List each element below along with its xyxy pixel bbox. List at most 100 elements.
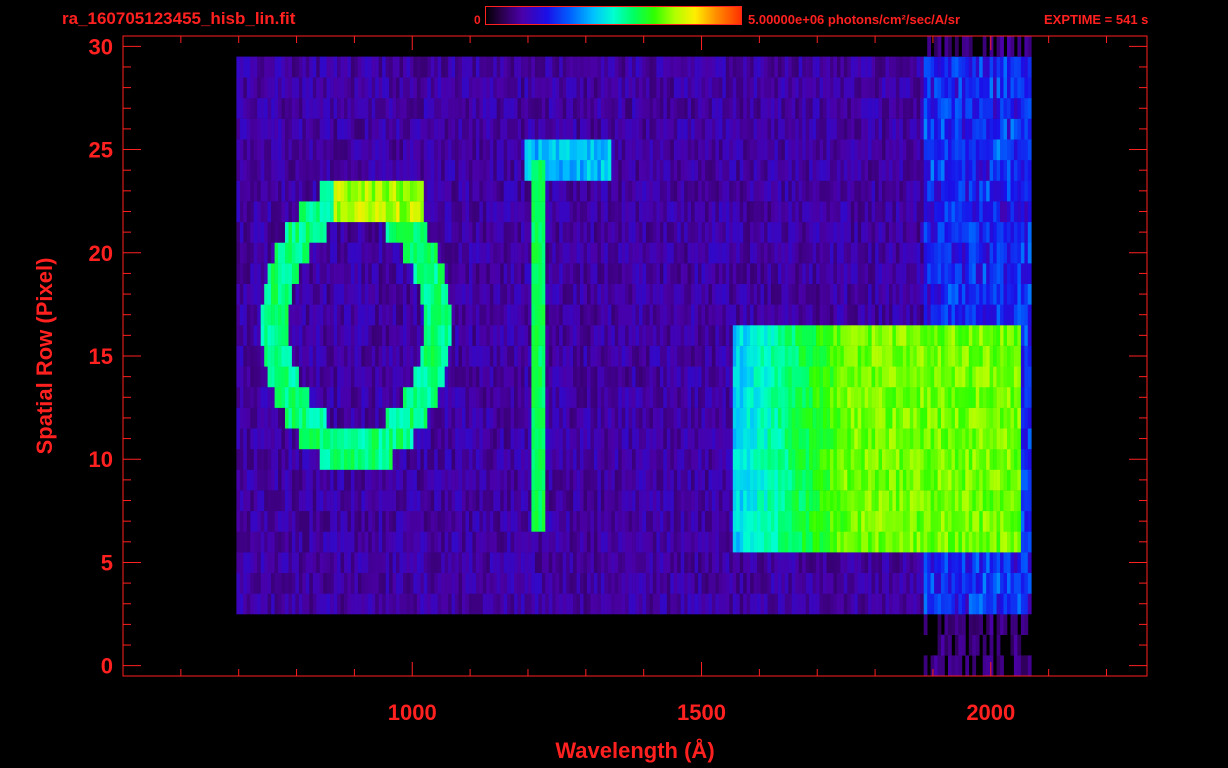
heatmap-cell [989, 366, 994, 388]
heatmap-cell [743, 366, 747, 388]
heatmap-cell [882, 180, 886, 202]
heatmap-cell [864, 345, 869, 367]
heatmap-cell [493, 242, 498, 264]
heatmap-cell [600, 428, 605, 450]
heatmap-cell [604, 428, 609, 450]
heatmap-cell [392, 552, 397, 573]
heatmap-cell [583, 552, 588, 573]
heatmap-cell [948, 283, 952, 305]
heatmap-cell [767, 448, 772, 470]
heatmap-cell [784, 572, 789, 594]
heatmap-cell [892, 387, 897, 408]
heatmap-cell [843, 469, 848, 491]
heatmap-cell [920, 263, 924, 284]
heatmap-cell [364, 325, 369, 346]
heatmap-cell [611, 159, 616, 181]
heatmap-cell [982, 345, 987, 367]
heatmap-cell [965, 531, 970, 553]
heatmap-cell [354, 159, 359, 181]
heatmap-cell [333, 531, 338, 553]
heatmap-cell [854, 283, 859, 305]
heatmap-cell [927, 469, 931, 491]
heatmap-cell [937, 469, 942, 491]
heatmap-cell [861, 263, 865, 284]
heatmap-cell [427, 221, 432, 243]
heatmap-cell [590, 490, 595, 512]
heatmap-cell [642, 283, 647, 305]
heatmap-cell [451, 366, 456, 388]
heatmap-cell [489, 201, 494, 223]
heatmap-cell [642, 387, 647, 408]
heatmap-cell [1017, 634, 1022, 656]
heatmap-cell [486, 572, 491, 594]
heatmap-cell [264, 345, 268, 367]
heatmap-cell [642, 448, 647, 470]
heatmap-cell [382, 263, 386, 284]
heatmap-cell [715, 428, 720, 450]
heatmap-cell [882, 428, 886, 450]
heatmap-cell [868, 448, 872, 470]
heatmap-cell [410, 304, 414, 326]
heatmap-cell [378, 325, 383, 346]
heatmap-cell [611, 263, 616, 284]
heatmap-cell [347, 366, 352, 388]
heatmap-cell [670, 263, 675, 284]
heatmap-cell [573, 242, 577, 264]
heatmap-cell [389, 221, 393, 243]
heatmap-cell [923, 283, 928, 305]
heatmap-cell [923, 263, 928, 284]
heatmap-cell [764, 552, 768, 573]
heatmap-cell [996, 634, 1001, 656]
heatmap-cell [639, 159, 643, 181]
heatmap-cell [486, 407, 491, 429]
heatmap-cell [777, 552, 782, 573]
heatmap-cell [777, 201, 782, 223]
heatmap-cell [937, 263, 942, 284]
heatmap-cell [510, 490, 515, 512]
heatmap-cell [850, 345, 855, 367]
heatmap-cell [996, 490, 1001, 512]
heatmap-cell [309, 593, 314, 615]
heatmap-cell [698, 407, 702, 429]
heatmap-cell [482, 242, 487, 264]
heatmap-cell [413, 552, 418, 573]
heatmap-cell [569, 180, 574, 202]
heatmap-cell [1007, 366, 1011, 388]
heatmap-cell [878, 242, 883, 264]
heatmap-cell [809, 201, 813, 223]
heatmap-cell [694, 510, 699, 532]
heatmap-cell [1007, 593, 1011, 615]
heatmap-cell [854, 180, 859, 202]
heatmap-cell [437, 263, 442, 284]
heatmap-cell [736, 490, 740, 512]
heatmap-cell [587, 387, 591, 408]
heatmap-cell [312, 531, 317, 553]
heatmap-cell [767, 325, 772, 346]
heatmap-cell [826, 304, 831, 326]
heatmap-cell [628, 448, 633, 470]
heatmap-cell [548, 428, 553, 450]
heatmap-cell [507, 283, 511, 305]
heatmap-cell [694, 407, 699, 429]
heatmap-cell [1010, 614, 1015, 635]
heatmap-cell [434, 345, 438, 367]
heatmap-cell [593, 325, 598, 346]
heatmap-cell [941, 572, 945, 594]
heatmap-cell [649, 283, 654, 305]
heatmap-cell [587, 201, 591, 223]
heatmap-cell [396, 407, 400, 429]
heatmap-cell [441, 428, 445, 450]
heatmap-cell [784, 325, 789, 346]
heatmap-cell [475, 593, 480, 615]
heatmap-cell [281, 593, 286, 615]
heatmap-cell [375, 201, 379, 223]
heatmap-cell [302, 448, 307, 470]
heatmap-cell [909, 180, 914, 202]
heatmap-cell [545, 448, 550, 470]
heatmap-cell [403, 469, 407, 491]
heatmap-cell [986, 572, 990, 594]
heatmap-cell [298, 510, 303, 532]
heatmap-cell [1020, 428, 1025, 450]
heatmap-cell [521, 469, 525, 491]
heatmap-cell [684, 242, 688, 264]
